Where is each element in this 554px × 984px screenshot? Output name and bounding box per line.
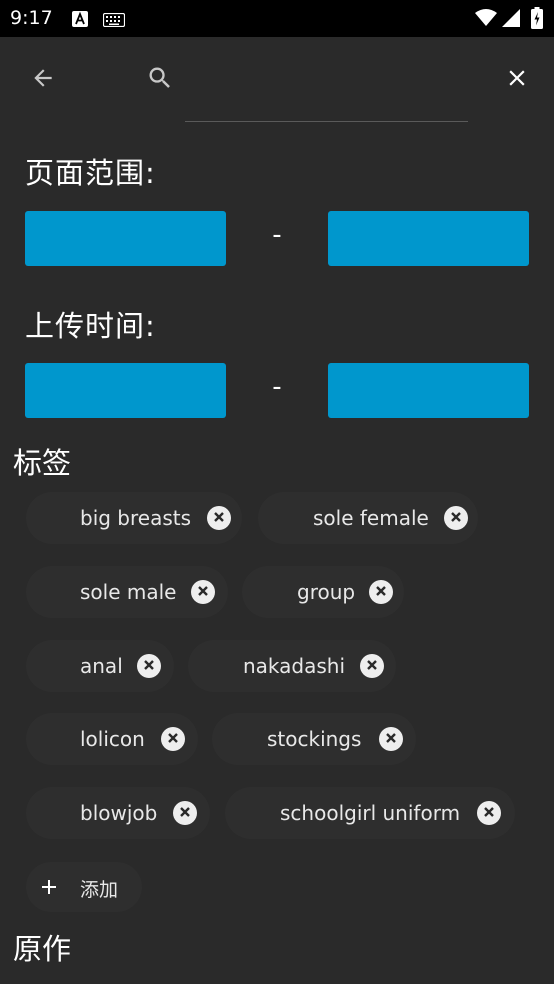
plus-icon xyxy=(37,875,61,903)
close-icon xyxy=(212,509,226,528)
remove-tag-button[interactable] xyxy=(207,506,231,530)
tag-chip-label: sole female xyxy=(313,506,429,530)
wifi-icon xyxy=(475,9,497,31)
close-icon xyxy=(482,804,496,823)
arrow-left-icon xyxy=(30,65,56,95)
close-icon xyxy=(365,657,379,676)
close-icon xyxy=(384,730,398,749)
page-range-to-field[interactable] xyxy=(328,211,529,266)
remove-tag-button[interactable] xyxy=(191,580,215,604)
tag-chip-label: group xyxy=(297,580,356,604)
remove-tag-button[interactable] xyxy=(369,580,393,604)
close-icon xyxy=(449,509,463,528)
close-icon xyxy=(374,583,388,602)
remove-tag-button[interactable] xyxy=(477,801,501,825)
source-title: 原作 xyxy=(13,932,72,966)
page-range-title: 页面范围: xyxy=(25,156,156,190)
upload-time-to-field[interactable] xyxy=(328,363,529,418)
remove-tag-button[interactable] xyxy=(173,801,197,825)
add-tag-label: 添加 xyxy=(80,879,119,901)
page-range-separator: - xyxy=(272,220,282,250)
remove-tag-button[interactable] xyxy=(161,727,185,751)
remove-tag-button[interactable] xyxy=(444,506,468,530)
remove-tag-button[interactable] xyxy=(137,654,161,678)
close-icon xyxy=(178,804,192,823)
a-notification-icon xyxy=(72,11,88,31)
tags-title: 标签 xyxy=(13,446,72,480)
clear-button[interactable] xyxy=(500,63,534,97)
signal-icon xyxy=(502,9,520,31)
page-range-from-field[interactable] xyxy=(25,211,226,266)
upload-time-separator: - xyxy=(272,372,282,402)
status-bar: 9:17 xyxy=(0,0,554,37)
tag-chip-label: stockings xyxy=(267,727,362,751)
close-icon xyxy=(166,730,180,749)
tag-chip-label: sole male xyxy=(80,580,177,604)
tag-chip-label: anal xyxy=(80,654,123,678)
close-icon xyxy=(504,65,530,95)
remove-tag-button[interactable] xyxy=(379,727,403,751)
battery-icon xyxy=(531,7,543,33)
tag-chip-label: nakadashi xyxy=(243,654,346,678)
close-icon xyxy=(142,657,156,676)
search-underline xyxy=(185,121,468,122)
search-icon xyxy=(146,64,174,96)
remove-tag-button[interactable] xyxy=(360,654,384,678)
search-input[interactable] xyxy=(188,62,463,100)
tag-chip-label: schoolgirl uniform xyxy=(280,801,461,825)
tag-chip-label: big breasts xyxy=(80,506,192,530)
search-icon-container xyxy=(143,63,177,97)
tag-chip-label: lolicon xyxy=(80,727,145,751)
close-icon xyxy=(196,583,210,602)
upload-time-from-field[interactable] xyxy=(25,363,226,418)
upload-time-title: 上传时间: xyxy=(25,309,156,343)
back-button[interactable] xyxy=(26,63,60,97)
status-time: 9:17 xyxy=(10,7,53,29)
keyboard-icon xyxy=(102,12,126,31)
tag-chip-label: blowjob xyxy=(80,801,158,825)
